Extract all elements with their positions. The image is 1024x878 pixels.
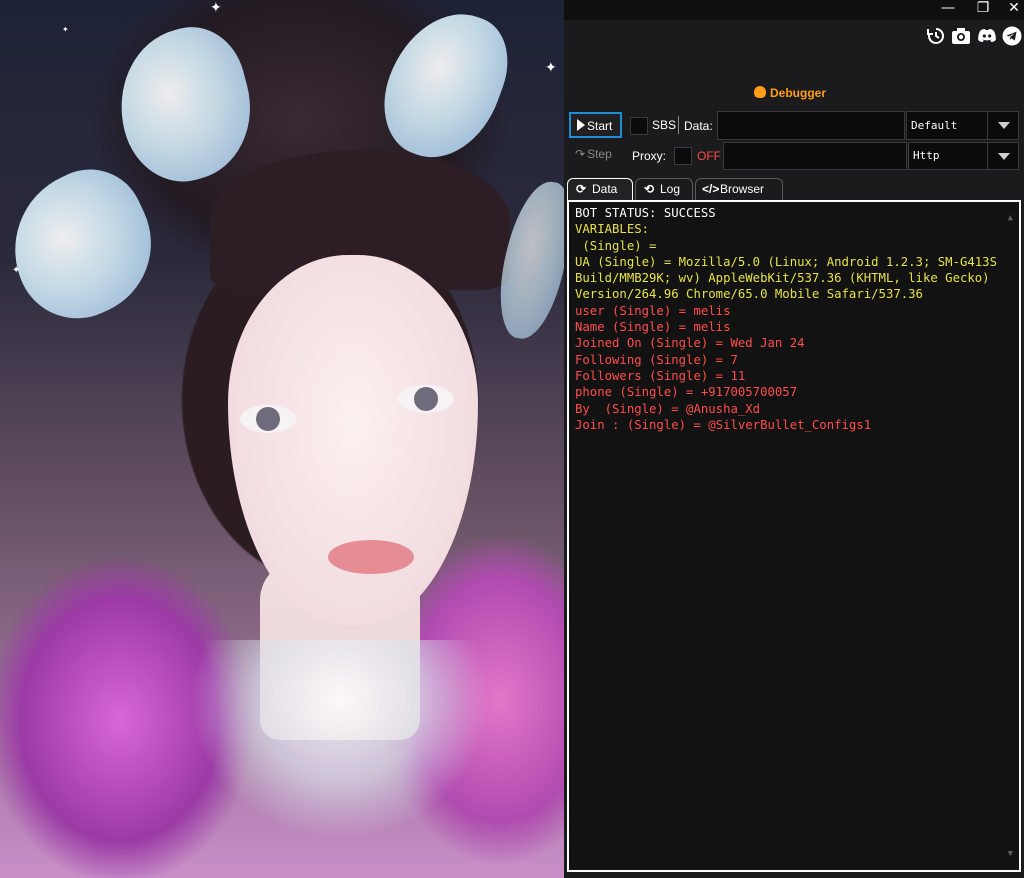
proxy-checkbox[interactable] <box>674 147 692 165</box>
chevron-down-icon[interactable] <box>987 112 1018 139</box>
discord-icon[interactable] <box>977 26 997 46</box>
necklace-shape <box>190 640 490 840</box>
butterfly-wing-left <box>0 151 176 339</box>
refresh-icon: ⟳ <box>575 182 587 196</box>
debugger-title: Debugger <box>754 86 826 100</box>
bug-icon <box>754 86 766 98</box>
output-line: By (Single) = @Anusha_Xd <box>575 401 761 416</box>
data-type-select[interactable]: Default <box>906 111 1019 140</box>
output-lines: BOT STATUS: SUCCESS VARIABLES: (Single) =… <box>575 205 1013 433</box>
output-line: Join : (Single) = @SilverBullet_Configs1 <box>575 417 872 432</box>
output-line: user (Single) = melis <box>575 303 731 318</box>
left-eye-shape <box>240 405 296 433</box>
output-line: Followers (Single) = 11 <box>575 368 746 383</box>
play-icon <box>577 119 585 131</box>
sparkle-icon: ✦ <box>12 265 21 276</box>
proxy-input[interactable] <box>723 142 907 170</box>
butterfly-wing-top <box>102 15 268 195</box>
butterfly-wing-right <box>367 0 523 175</box>
sparkle-icon: ✦ <box>545 60 557 76</box>
tab-log-label: Log <box>660 182 681 196</box>
start-button-label: Start <box>587 119 613 133</box>
window-titlebar: — ❐ ✕ <box>564 0 1024 20</box>
proxy-label: Proxy: <box>632 149 667 163</box>
output-line: Name (Single) = melis <box>575 320 731 335</box>
right-eye-shape <box>398 385 454 413</box>
output-line: Joined On (Single) = Wed Jan 24 <box>575 336 805 351</box>
debugger-title-label: Debugger <box>770 86 827 100</box>
minimize-button[interactable]: — <box>936 0 960 18</box>
tab-log[interactable]: ⟲ Log <box>635 178 693 200</box>
code-icon: </> <box>702 182 720 196</box>
close-button[interactable]: ✕ <box>1002 0 1024 18</box>
sbs-checkbox[interactable] <box>630 117 648 135</box>
output-line: BOT STATUS: SUCCESS <box>575 206 716 220</box>
scroll-down-icon[interactable]: ▼ <box>1008 846 1013 862</box>
history-icon[interactable] <box>926 26 946 46</box>
step-button-label: Step <box>587 147 612 161</box>
step-icon: ↷ <box>575 147 586 161</box>
data-label: Data: <box>684 119 713 133</box>
tab-browser[interactable]: </>Browser <box>695 178 783 200</box>
output-line: Following (Single) = 7 <box>575 352 738 367</box>
camera-icon[interactable] <box>951 26 971 46</box>
scroll-up-icon[interactable]: ▲ <box>1008 210 1013 226</box>
debugger-panel: — ❐ ✕ Debugger Start SBS Data: Default ↷… <box>564 0 1024 878</box>
anime-girl-artwork: ✦ ✦ ✦ ✦ <box>0 0 564 878</box>
tab-data[interactable]: ⟳ Data <box>567 178 633 200</box>
step-button[interactable]: ↷ Step <box>569 142 624 168</box>
proxy-state: OFF <box>697 149 721 163</box>
proxy-type-select[interactable]: Http <box>908 142 1019 170</box>
tab-data-label: Data <box>592 182 618 196</box>
start-button[interactable]: Start <box>569 112 622 138</box>
output-textbox[interactable]: BOT STATUS: SUCCESS VARIABLES: (Single) =… <box>567 200 1021 872</box>
telegram-icon[interactable] <box>1002 26 1022 46</box>
lips-shape <box>328 540 414 574</box>
sbs-label: SBS <box>652 118 677 132</box>
sparkle-icon: ✦ <box>62 25 69 34</box>
output-line: (Single) = <box>575 238 657 253</box>
data-type-value: Default <box>911 119 958 132</box>
output-line: VARIABLES: <box>575 222 650 237</box>
sparkle-icon: ✦ <box>210 0 222 16</box>
restore-button[interactable]: ❐ <box>971 0 995 18</box>
data-input[interactable] <box>717 111 905 140</box>
tab-browser-label: Browser <box>720 182 765 196</box>
separator <box>678 116 679 134</box>
proxy-type-value: Http <box>913 149 940 162</box>
chevron-down-icon[interactable] <box>987 143 1018 169</box>
history-icon: ⟲ <box>643 182 655 196</box>
output-line: UA (Single) = Mozilla/5.0 (Linux; Androi… <box>575 254 1005 302</box>
output-line: phone (Single) = +917005700057 <box>575 385 798 400</box>
